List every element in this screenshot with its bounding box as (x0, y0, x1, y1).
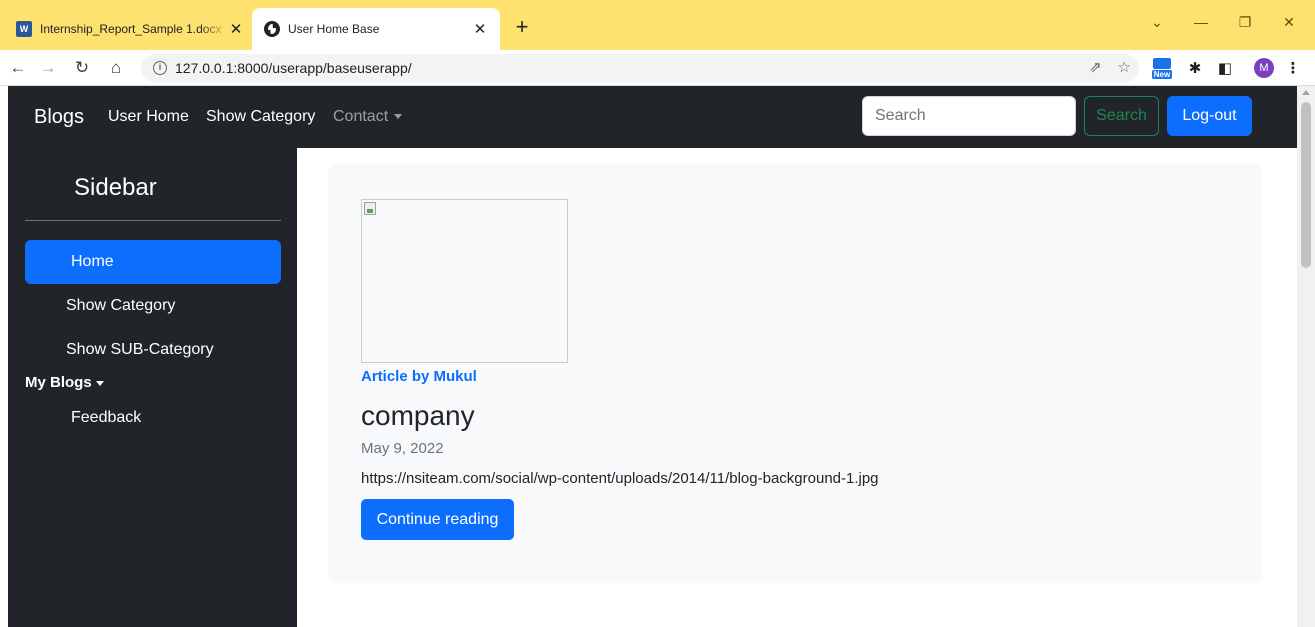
minimize-button[interactable]: — (1181, 10, 1221, 34)
tab-search-dropdown-icon[interactable]: ⌄ (1137, 10, 1177, 34)
search-button[interactable]: Search (1084, 96, 1159, 136)
nav-link-user-home[interactable]: User Home (108, 108, 189, 126)
puzzle-extensions-icon[interactable]: ✱ (1184, 57, 1206, 79)
top-navbar: Blogs User Home Show Category Contact Se… (8, 86, 1297, 148)
restore-button[interactable]: ❐ (1225, 10, 1265, 34)
close-window-button[interactable]: ✕ (1269, 10, 1309, 34)
sidebar-item-feedback[interactable]: Feedback (25, 398, 281, 438)
search-input[interactable] (862, 96, 1076, 136)
new-tab-button[interactable]: + (508, 14, 536, 42)
word-icon: W (16, 21, 32, 37)
scroll-up-arrow-icon[interactable] (1302, 90, 1310, 95)
navbar-brand[interactable]: Blogs (34, 106, 84, 129)
post-title: company (361, 400, 475, 431)
screen-capture-extension-icon[interactable]: New (1149, 57, 1175, 79)
info-icon[interactable]: i (153, 61, 167, 75)
browser-tab-strip: W Internship_Report_Sample 1.docx ✕ User… (0, 0, 1315, 50)
side-panel-icon[interactable]: ◧ (1214, 57, 1236, 79)
tab-title: Internship_Report_Sample 1.docx (40, 22, 222, 36)
page-viewport: Blogs User Home Show Category Contact Se… (8, 86, 1297, 627)
my-blogs-label: My Blogs (25, 374, 92, 391)
post-text: https://nsiteam.com/social/wp-content/up… (361, 470, 879, 487)
scrollbar-thumb[interactable] (1301, 102, 1311, 268)
browser-menu-icon[interactable]: ⋮ (1284, 57, 1302, 79)
sidebar-item-show-sub-category[interactable]: Show SUB-Category (25, 328, 281, 372)
nav-link-show-category[interactable]: Show Category (206, 108, 315, 126)
sidebar-dropdown-my-blogs[interactable]: My Blogs (25, 374, 104, 391)
forward-arrow-icon[interactable]: → (36, 56, 60, 80)
share-icon[interactable]: ⇗ (1089, 58, 1102, 76)
broken-image-icon (364, 202, 376, 215)
sidebar-divider (25, 220, 281, 221)
sidebar-item-show-category[interactable]: Show Category (25, 284, 281, 328)
profile-avatar[interactable]: M (1254, 58, 1274, 78)
extension-new-badge: New (1151, 69, 1173, 79)
browser-tab-user-home[interactable]: User Home Base ✕ (252, 8, 500, 50)
browser-tab-word-doc[interactable]: W Internship_Report_Sample 1.docx ✕ (8, 8, 252, 50)
url-text: 127.0.0.1:8000/userapp/baseuserapp/ (175, 60, 412, 76)
blog-post-card: Article by Mukul company May 9, 2022 htt… (328, 164, 1262, 583)
reload-icon[interactable]: ↻ (70, 56, 94, 80)
home-icon[interactable]: ⌂ (104, 56, 128, 80)
tab-close-icon[interactable]: ✕ (228, 20, 244, 38)
sidebar: Sidebar Home Show Category Show SUB-Cate… (8, 148, 297, 627)
globe-icon (264, 21, 280, 37)
back-arrow-icon[interactable]: ← (6, 56, 30, 80)
caret-down-icon (394, 114, 403, 120)
nav-dropdown-contact[interactable]: Contact (333, 108, 403, 126)
sidebar-item-home[interactable]: Home (25, 240, 281, 284)
logout-button[interactable]: Log-out (1167, 96, 1252, 136)
address-bar[interactable]: i 127.0.0.1:8000/userapp/baseuserapp/ ⇗ … (141, 54, 1139, 82)
page-scrollbar[interactable] (1297, 86, 1315, 627)
post-author[interactable]: Article by Mukul (361, 368, 477, 385)
contact-label: Contact (333, 108, 389, 125)
tab-title: User Home Base (288, 22, 380, 36)
browser-toolbar: ← → ↻ ⌂ i 127.0.0.1:8000/userapp/baseuse… (0, 50, 1315, 86)
bookmark-star-icon[interactable]: ☆ (1118, 58, 1131, 76)
caret-down-icon (95, 380, 104, 386)
tab-close-icon[interactable]: ✕ (472, 20, 488, 38)
post-date: May 9, 2022 (361, 440, 444, 457)
post-image-broken (361, 199, 568, 363)
sidebar-title: Sidebar (74, 174, 157, 201)
continue-reading-button[interactable]: Continue reading (361, 499, 514, 540)
